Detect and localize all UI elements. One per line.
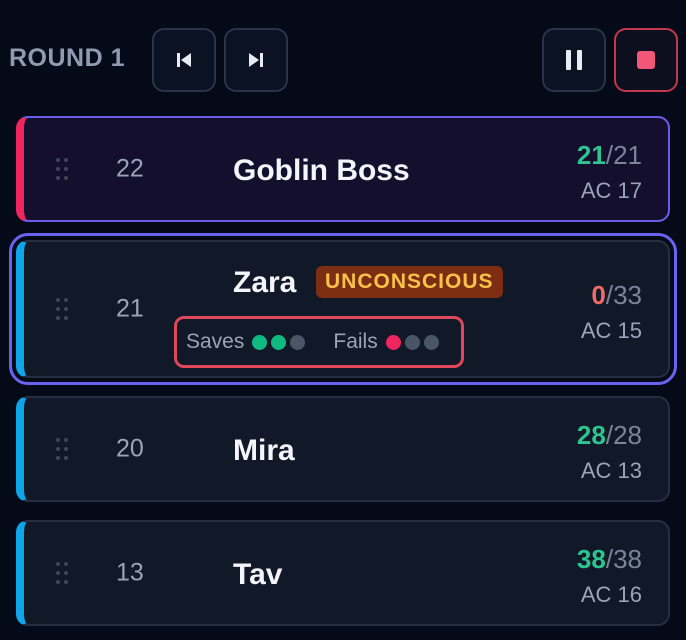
initiative-value: 20 [116, 434, 144, 463]
combatant-name: Tav [233, 558, 283, 591]
hit-points[interactable]: 0/33 [591, 280, 642, 311]
armor-class: AC 16 [580, 582, 642, 607]
death-saves-tracker: Saves Fails [174, 316, 464, 368]
hp-current: 0 [591, 280, 606, 310]
initiative-value: 22 [116, 154, 144, 183]
initiative-value: 21 [116, 294, 144, 323]
stop-icon [637, 51, 655, 69]
hit-points[interactable]: 28/28 [577, 420, 642, 451]
armor-class: AC 13 [580, 458, 642, 483]
combatant-card-tav[interactable]: 13 Tav 38/38 AC 16 [16, 520, 670, 626]
previous-turn-button[interactable] [152, 28, 216, 92]
saves-label: Saves [186, 330, 245, 353]
hp-separator: / [605, 544, 614, 574]
combatant-card-goblin-boss[interactable]: 22 Goblin Boss 21/21 AC 17 [16, 116, 670, 222]
drag-handle-icon[interactable] [56, 562, 70, 584]
armor-class: AC 17 [580, 178, 642, 203]
initiative-value: 13 [116, 558, 144, 587]
fails-label: Fails [333, 330, 378, 353]
hp-separator: / [605, 140, 614, 170]
hp-max: 28 [613, 420, 642, 450]
next-turn-button[interactable] [224, 28, 288, 92]
drag-handle-icon[interactable] [56, 438, 70, 460]
round-label: ROUND 1 [9, 44, 126, 72]
hp-current: 38 [576, 544, 606, 574]
save-fail-dot[interactable] [385, 334, 401, 350]
combatant-name: Mira [233, 434, 295, 467]
skip-back-icon [177, 53, 191, 67]
hp-current: 21 [576, 140, 606, 170]
save-empty-dot[interactable] [423, 334, 439, 350]
hp-separator: / [605, 280, 614, 310]
status-badge: UNCONSCIOUS [316, 266, 503, 298]
hp-max: 33 [613, 280, 642, 310]
drag-handle-icon[interactable] [56, 158, 70, 180]
hit-points[interactable]: 21/21 [577, 140, 642, 171]
combatant-name: Zara [233, 266, 297, 299]
save-success-dot[interactable] [252, 334, 268, 350]
armor-class: AC 15 [580, 318, 642, 343]
stop-button[interactable] [614, 28, 678, 92]
hp-max: 38 [613, 544, 642, 574]
pause-button[interactable] [542, 28, 606, 92]
save-empty-dot[interactable] [290, 334, 306, 350]
save-empty-dot[interactable] [404, 334, 420, 350]
combat-toolbar: ROUND 1 [0, 28, 686, 92]
drag-handle-icon[interactable] [56, 298, 70, 320]
combatant-name: Goblin Boss [233, 154, 410, 187]
save-success-dot[interactable] [271, 334, 287, 350]
combatant-card-zara[interactable]: 21 Zara UNCONSCIOUS Saves Fails 0/33 AC … [9, 233, 677, 385]
combatant-card-mira[interactable]: 20 Mira 28/28 AC 13 [16, 396, 670, 502]
hp-current: 28 [576, 420, 606, 450]
hp-separator: / [605, 420, 614, 450]
pause-icon [566, 50, 582, 70]
skip-forward-icon [249, 53, 263, 67]
hp-max: 21 [613, 140, 642, 170]
hit-points[interactable]: 38/38 [577, 544, 642, 575]
